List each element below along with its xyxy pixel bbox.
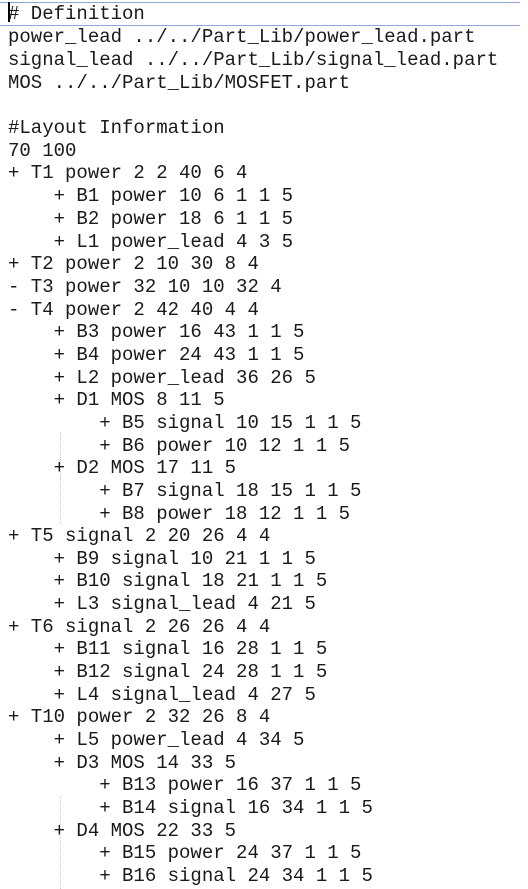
text-cursor <box>8 2 10 22</box>
code-line[interactable]: signal_lead ../../Part_Lib/signal_lead.p… <box>8 49 498 71</box>
code-line[interactable]: + B3 power 16 43 1 1 5 <box>8 321 305 343</box>
code-line[interactable]: power_lead ../../Part_Lib/power_lead.par… <box>8 26 475 48</box>
code-line[interactable]: + B6 power 10 12 1 1 5 <box>8 435 350 457</box>
code-line[interactable]: + D3 MOS 14 33 5 <box>8 752 236 774</box>
code-line-current[interactable]: # Definition <box>0 2 520 26</box>
code-line[interactable]: + B10 signal 18 21 1 1 5 <box>8 570 328 592</box>
code-line[interactable]: + L1 power_lead 4 3 5 <box>8 231 293 253</box>
code-line[interactable]: + B12 signal 24 28 1 1 5 <box>8 661 328 683</box>
code-line[interactable]: + T6 signal 2 26 26 4 4 <box>8 616 270 638</box>
code-line[interactable]: + B13 power 16 37 1 1 5 <box>8 774 361 796</box>
code-line[interactable]: + T5 signal 2 20 26 4 4 <box>8 525 270 547</box>
code-line[interactable]: + L2 power_lead 36 26 5 <box>8 367 316 389</box>
code-line[interactable]: + T2 power 2 10 30 8 4 <box>8 253 259 275</box>
code-line[interactable]: + B1 power 10 6 1 1 5 <box>8 185 293 207</box>
code-line[interactable]: #Layout Information <box>8 117 225 139</box>
code-line[interactable]: + B8 power 18 12 1 1 5 <box>8 503 350 525</box>
code-line[interactable]: + T1 power 2 2 40 6 4 <box>8 162 247 184</box>
code-line[interactable]: + B4 power 24 43 1 1 5 <box>8 344 305 366</box>
code-line[interactable]: 70 100 <box>8 140 76 162</box>
code-line[interactable]: + D2 MOS 17 11 5 <box>8 457 236 479</box>
code-line[interactable]: + L4 signal_lead 4 27 5 <box>8 684 316 706</box>
code-line[interactable]: + B9 signal 10 21 1 1 5 <box>8 548 316 570</box>
code-line[interactable]: + T10 power 2 32 26 8 4 <box>8 706 270 728</box>
code-line[interactable]: + B15 power 24 37 1 1 5 <box>8 842 361 864</box>
code-line[interactable]: - T4 power 2 42 40 4 4 <box>8 299 259 321</box>
code-line[interactable]: + L5 power_lead 4 34 5 <box>8 729 305 751</box>
code-line[interactable]: + B14 signal 16 34 1 1 5 <box>8 797 373 819</box>
code-line[interactable]: + B16 signal 24 34 1 1 5 <box>8 865 373 887</box>
code-line[interactable]: MOS ../../Part_Lib/MOSFET.part <box>8 72 350 94</box>
code-line[interactable]: + D1 MOS 8 11 5 <box>8 389 225 411</box>
code-line[interactable]: + B5 signal 10 15 1 1 5 <box>8 412 361 434</box>
code-line[interactable]: + D4 MOS 22 33 5 <box>8 820 236 842</box>
text-editor-area[interactable]: # Definition power_lead ../../Part_Lib/p… <box>0 0 528 889</box>
code-line[interactable]: + B2 power 18 6 1 1 5 <box>8 208 293 230</box>
code-line[interactable]: + B7 signal 18 15 1 1 5 <box>8 480 361 502</box>
code-line[interactable]: - T3 power 32 10 10 32 4 <box>8 276 282 298</box>
code-line[interactable]: + L3 signal_lead 4 21 5 <box>8 593 316 615</box>
code-line[interactable]: + B11 signal 16 28 1 1 5 <box>8 638 328 660</box>
